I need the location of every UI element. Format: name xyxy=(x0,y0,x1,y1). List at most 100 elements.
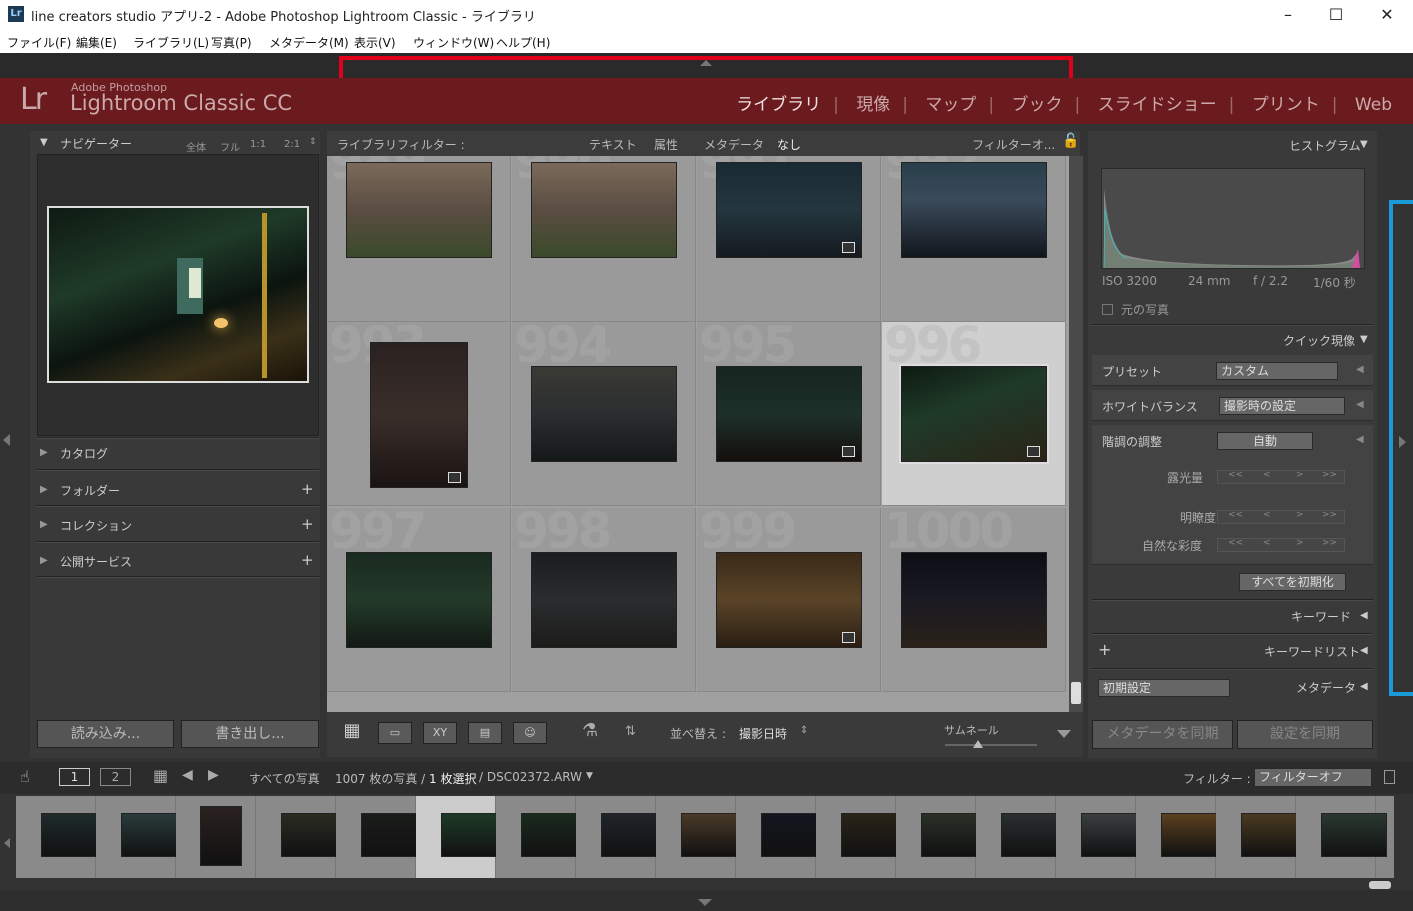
filmstrip-cell[interactable] xyxy=(816,796,907,878)
photo-thumbnail[interactable] xyxy=(716,366,862,462)
module-map[interactable]: マップ xyxy=(925,95,976,115)
photo-thumbnail[interactable] xyxy=(346,552,492,648)
sync-settings-button[interactable]: 設定を同期 xyxy=(1237,720,1373,749)
grid-view-icon[interactable]: ▦ xyxy=(335,722,369,744)
triangle-right-icon[interactable]: ▶ xyxy=(40,484,48,495)
filmstrip-thumbnail[interactable] xyxy=(200,806,242,866)
survey-view-icon[interactable]: ▤ xyxy=(468,722,502,744)
section-publish-services[interactable]: 公開サービス xyxy=(60,553,132,570)
vibrance-stepper[interactable]: << < > >> xyxy=(1217,538,1345,552)
histogram[interactable] xyxy=(1101,168,1365,269)
photo-thumbnail[interactable] xyxy=(531,162,677,258)
zoom-2-1[interactable]: 2:1 xyxy=(284,139,300,150)
zoom-stepper-icon[interactable]: ⇕ xyxy=(309,137,317,147)
photo-thumbnail[interactable] xyxy=(531,366,677,462)
menu-metadata[interactable]: メタデータ(M) xyxy=(269,34,349,51)
module-print[interactable]: プリント xyxy=(1252,95,1320,115)
main-window-button[interactable]: 1 xyxy=(59,768,90,786)
grid-cell[interactable]: 990 xyxy=(512,156,696,322)
metadata-preset-select[interactable]: 初期設定 xyxy=(1098,679,1230,697)
add-folder-icon[interactable]: + xyxy=(301,480,314,498)
filter-none[interactable]: なし xyxy=(777,136,801,153)
thumbnail-size-slider-handle[interactable] xyxy=(973,740,983,748)
white-balance-select[interactable]: 撮影時の設定 xyxy=(1219,397,1345,415)
filmstrip-cell[interactable] xyxy=(496,796,587,878)
grid-cell[interactable]: 1000 xyxy=(882,502,1066,692)
close-button[interactable]: ✕ xyxy=(1364,0,1410,29)
loupe-view-icon[interactable]: ▭ xyxy=(378,722,412,744)
filmstrip-cell[interactable] xyxy=(336,796,427,878)
triangle-right-icon[interactable]: ▶ xyxy=(40,555,48,566)
add-publish-service-icon[interactable]: + xyxy=(301,551,314,569)
section-catalog[interactable]: カタログ xyxy=(60,445,108,462)
thumbnail-size-slider[interactable] xyxy=(945,744,1037,746)
add-keyword-icon[interactable]: + xyxy=(1098,640,1111,659)
filmstrip-source[interactable]: すべての写真 xyxy=(249,770,320,787)
photo-thumbnail[interactable] xyxy=(370,342,468,488)
sort-direction-icon[interactable]: ⇅ xyxy=(625,724,636,739)
filmstrip-filter-select[interactable]: フィルターオフ xyxy=(1254,768,1372,787)
filmstrip-cell[interactable] xyxy=(16,796,107,878)
filter-text[interactable]: テキスト xyxy=(589,136,637,153)
filmstrip-cell[interactable] xyxy=(1296,796,1387,878)
original-photo-checkbox[interactable] xyxy=(1102,304,1113,315)
filter-lock-icon[interactable] xyxy=(1384,770,1395,784)
triangle-left-icon[interactable]: ◀ xyxy=(1356,364,1364,375)
menu-library[interactable]: ライブラリ(L) xyxy=(133,34,209,51)
module-library[interactable]: ライブラリ xyxy=(736,95,821,115)
filmstrip-cell[interactable] xyxy=(976,796,1067,878)
secondary-window-button[interactable]: 2 xyxy=(100,768,131,786)
grid-icon[interactable]: ▦ xyxy=(153,766,168,785)
filmstrip-scrollbar-thumb[interactable] xyxy=(1369,881,1391,889)
add-collection-icon[interactable]: + xyxy=(301,515,314,533)
grid-cell[interactable]: 998 xyxy=(512,502,696,692)
filmstrip[interactable] xyxy=(16,796,1394,878)
metadata-title[interactable]: メタデータ xyxy=(1296,679,1356,696)
filmstrip-thumbnail[interactable] xyxy=(1321,813,1387,857)
filmstrip-cell[interactable] xyxy=(1056,796,1147,878)
menu-help[interactable]: ヘルプ(H) xyxy=(496,34,550,51)
people-view-icon[interactable]: ☺ xyxy=(513,722,547,744)
triangle-right-icon[interactable]: ▶ xyxy=(40,519,48,530)
photo-thumbnail[interactable] xyxy=(901,162,1047,258)
back-arrow-icon[interactable]: ◀ xyxy=(182,767,193,783)
photo-grid[interactable]: 989990991992 993994995996 9979989991000 xyxy=(327,156,1069,712)
photo-thumbnail[interactable] xyxy=(901,552,1047,648)
filmstrip-cell[interactable] xyxy=(96,796,187,878)
menu-view[interactable]: 表示(V) xyxy=(354,34,396,51)
grid-cell[interactable]: 999 xyxy=(697,502,881,692)
collapse-bottom-panel-icon[interactable] xyxy=(698,899,712,906)
module-web[interactable]: Web xyxy=(1355,95,1392,115)
painter-icon[interactable]: ⚗ xyxy=(582,720,598,741)
module-slideshow[interactable]: スライドショー xyxy=(1098,95,1217,115)
section-collections[interactable]: コレクション xyxy=(60,517,132,534)
minimize-button[interactable]: – xyxy=(1265,0,1311,29)
grid-cell[interactable]: 989 xyxy=(327,156,511,322)
filmstrip-cell[interactable] xyxy=(1136,796,1227,878)
sort-stepper-icon[interactable]: ⇕ xyxy=(800,725,808,736)
preset-select[interactable]: カスタム xyxy=(1216,362,1338,380)
lock-icon[interactable]: 🔓 xyxy=(1062,133,1079,149)
forward-arrow-icon[interactable]: ▶ xyxy=(208,767,219,783)
zoom-fill[interactable]: フル xyxy=(220,139,240,154)
filmstrip-cell[interactable] xyxy=(736,796,827,878)
grid-cell[interactable]: 993 xyxy=(327,316,511,506)
filter-preset[interactable]: フィルターオ... xyxy=(972,136,1055,153)
filmstrip-cell[interactable] xyxy=(576,796,667,878)
triangle-right-icon[interactable]: ▶ xyxy=(40,447,48,458)
navigator-image[interactable] xyxy=(47,206,309,383)
triangle-down-icon[interactable]: ▼ xyxy=(40,137,48,148)
collapse-left-panel-icon[interactable] xyxy=(3,434,10,446)
toolbar-options-chevron-icon[interactable] xyxy=(1057,730,1071,738)
triangle-left-icon[interactable]: ◀ xyxy=(1360,645,1368,656)
zoom-1-1[interactable]: 1:1 xyxy=(250,139,266,150)
histogram-title[interactable]: ヒストグラム xyxy=(1289,137,1361,154)
grid-cell[interactable]: 997 xyxy=(327,502,511,692)
filmstrip-cell[interactable] xyxy=(896,796,987,878)
menu-photo[interactable]: 写真(P) xyxy=(211,34,252,51)
photo-thumbnail[interactable] xyxy=(346,162,492,258)
sync-metadata-button[interactable]: メタデータを同期 xyxy=(1092,720,1233,749)
filmstrip-cell[interactable] xyxy=(1216,796,1307,878)
photo-thumbnail[interactable] xyxy=(899,364,1049,464)
zoom-fit[interactable]: 全体 xyxy=(186,139,206,154)
